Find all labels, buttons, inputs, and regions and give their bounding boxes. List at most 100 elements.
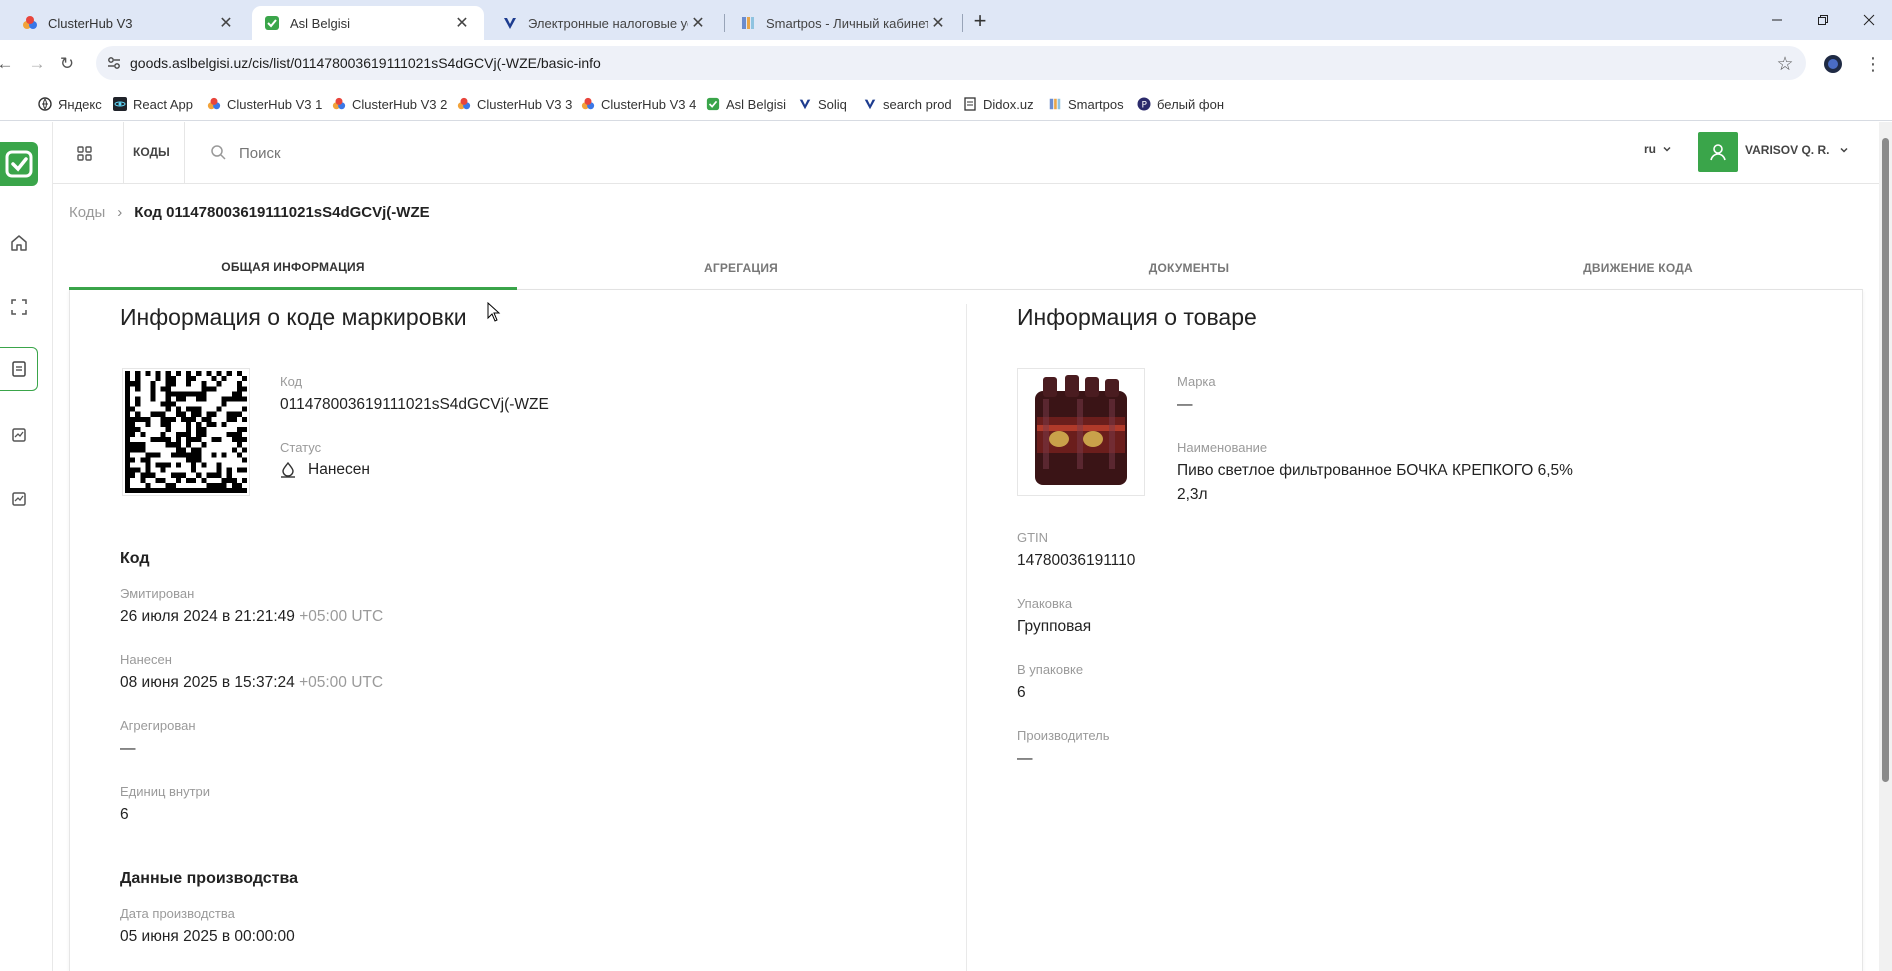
breadcrumb: Коды › Код 011478003619111021sS4dGCVj(-W… [69,204,430,221]
header-menu-codes[interactable]: КОДЫ [133,145,170,159]
bookmark-label: ClusterHub V3 3 [477,96,573,112]
asl-belgisi-icon [265,16,279,30]
app-logo[interactable] [0,142,38,186]
close-tab-icon[interactable]: ✕ [452,13,472,33]
bookmark-star-icon[interactable]: ☆ [1772,51,1798,77]
profile-avatar[interactable] [1820,51,1846,77]
bookmark-asl-belgisi[interactable]: Asl Belgisi [706,93,786,115]
browser-tab-smartpos[interactable]: Smartpos - Личный кабинет владельца ✕ [728,6,960,40]
clusterhub-icon [581,97,595,111]
applied-label: Нанесен [120,652,172,667]
content-panel: Информация о коде маркировки Код 0114780… [69,290,1863,971]
bookmark-clusterhub-2[interactable]: ClusterHub V3 2 [332,93,447,115]
soliq-icon [504,18,516,29]
bookmark-label: ClusterHub V3 4 [601,96,697,112]
product-image[interactable] [1017,368,1145,496]
app-sidebar [0,122,53,971]
user-icon [1710,144,1726,161]
back-icon[interactable]: ← [0,51,18,77]
page-tabs: ОБЩАЯ ИНФОРМАЦИЯ АГРЕГАЦИЯ ДОКУМЕНТЫ ДВИ… [69,246,1863,290]
language-select[interactable]: ru [1644,142,1672,156]
new-tab-button[interactable]: + [966,7,994,35]
code-value: 011478003619111021sS4dGCVj(-WZE [280,396,549,413]
sidebar-item-codes[interactable] [0,347,38,391]
browser-tab-clusterhub[interactable]: ClusterHub V3 ✕ [10,6,248,40]
smartpos-icon [742,17,754,29]
close-tab-icon[interactable]: ✕ [216,13,236,33]
bookmark-label: Soliq [818,96,847,112]
browser-toolbar: ← → ↻ goods.aslbelgisi.uz/cis/list/01147… [0,40,1892,86]
close-tab-icon[interactable]: ✕ [928,13,948,33]
sidebar-item-reports[interactable] [0,413,38,457]
bookmark-label: Smartpos [1068,96,1124,112]
bookmark-label: search prod [883,96,952,112]
bookmark-white-bg[interactable]: P белый фон [1137,93,1224,115]
aggregated-value: — [120,740,136,757]
sidebar-item-home[interactable] [0,221,38,265]
bookmark-search-prod[interactable]: search prod [863,93,952,115]
chevron-down-icon [1840,147,1848,153]
tab-aggregation[interactable]: АГРЕГАЦИЯ [517,246,965,290]
browser-tab-asl-belgisi[interactable]: Asl Belgisi ✕ [252,6,484,40]
product-name-label: Наименование [1177,440,1268,455]
bookmark-clusterhub-3[interactable]: ClusterHub V3 3 [457,93,572,115]
more-menu-icon[interactable]: ⋮ [1860,51,1886,77]
section-code: Код [120,550,150,567]
search-icon [211,145,226,160]
apps-grid-icon[interactable] [77,146,92,161]
bookmark-clusterhub-1[interactable]: ClusterHub V3 1 [207,93,322,115]
in-package-label: В упаковке [1017,662,1084,677]
sidebar-item-analytics[interactable] [0,477,38,521]
clusterhub-icon [457,97,471,111]
tab-documents[interactable]: ДОКУМЕНТЫ [965,246,1413,290]
tab-code-movement[interactable]: ДВИЖЕНИЕ КОДА [1413,246,1863,290]
soliq-icon [798,97,812,111]
status-label: Статус [280,440,322,455]
forward-icon[interactable]: → [24,51,50,77]
asl-belgisi-logo-icon [5,150,33,178]
browser-tab-soliq[interactable]: Электронные налоговые услуги ✕ [490,6,720,40]
tab-general-info[interactable]: ОБЩАЯ ИНФОРМАЦИЯ [69,246,517,290]
bookmark-soliq[interactable]: Soliq [798,93,847,115]
tab-title: Smartpos - Личный кабинет владельца [766,15,928,31]
search-input[interactable] [239,140,639,166]
bookmark-label: ClusterHub V3 2 [352,96,448,112]
close-window-button[interactable] [1846,0,1892,40]
package-value: Групповая [1017,618,1092,635]
breadcrumb-parent[interactable]: Коды [69,204,105,221]
scan-icon [11,299,27,315]
close-tab-icon[interactable]: ✕ [688,13,708,33]
header-divider [123,122,124,184]
bookmark-react-app[interactable]: React App [113,93,193,115]
reload-icon[interactable]: ↻ [54,51,80,77]
timezone: +05:00 UTC [299,674,384,691]
bookmark-smartpos[interactable]: Smartpos [1048,93,1124,115]
chevron-down-icon [1663,146,1671,152]
bookmark-didox[interactable]: Didox.uz [963,93,1034,115]
minimize-button[interactable] [1754,0,1800,40]
units-value: 6 [120,806,129,823]
react-icon [113,97,127,111]
tab-separator [962,14,963,32]
user-name: VARISOV Q. R. [1745,143,1830,157]
scrollbar-thumb[interactable] [1882,138,1889,782]
beer-pack-image [1035,375,1127,485]
restore-button[interactable] [1800,0,1846,40]
gtin-label: GTIN [1017,530,1049,545]
brand-value: — [1177,396,1193,413]
user-menu[interactable]: VARISOV Q. R. [1745,143,1849,157]
site-settings-icon[interactable] [106,55,122,71]
page-scrollbar[interactable] [1879,122,1892,971]
bookmark-clusterhub-4[interactable]: ClusterHub V3 4 [581,93,696,115]
sidebar-item-scan[interactable] [0,285,38,329]
url-text: goods.aslbelgisi.uz/cis/list/01147800361… [130,55,601,71]
apps-icon[interactable] [0,93,6,115]
in-package-value: 6 [1017,684,1026,701]
clusterhub-icon [207,97,221,111]
bookmark-yandex[interactable]: Яндекс [38,93,102,115]
user-avatar[interactable] [1698,132,1738,172]
clusterhub-icon [23,16,37,29]
production-date-value: 05 июня 2025 в 00:00:00 [120,928,295,945]
white-bg-icon: P [1137,97,1151,111]
address-bar[interactable]: goods.aslbelgisi.uz/cis/list/01147800361… [96,46,1806,80]
